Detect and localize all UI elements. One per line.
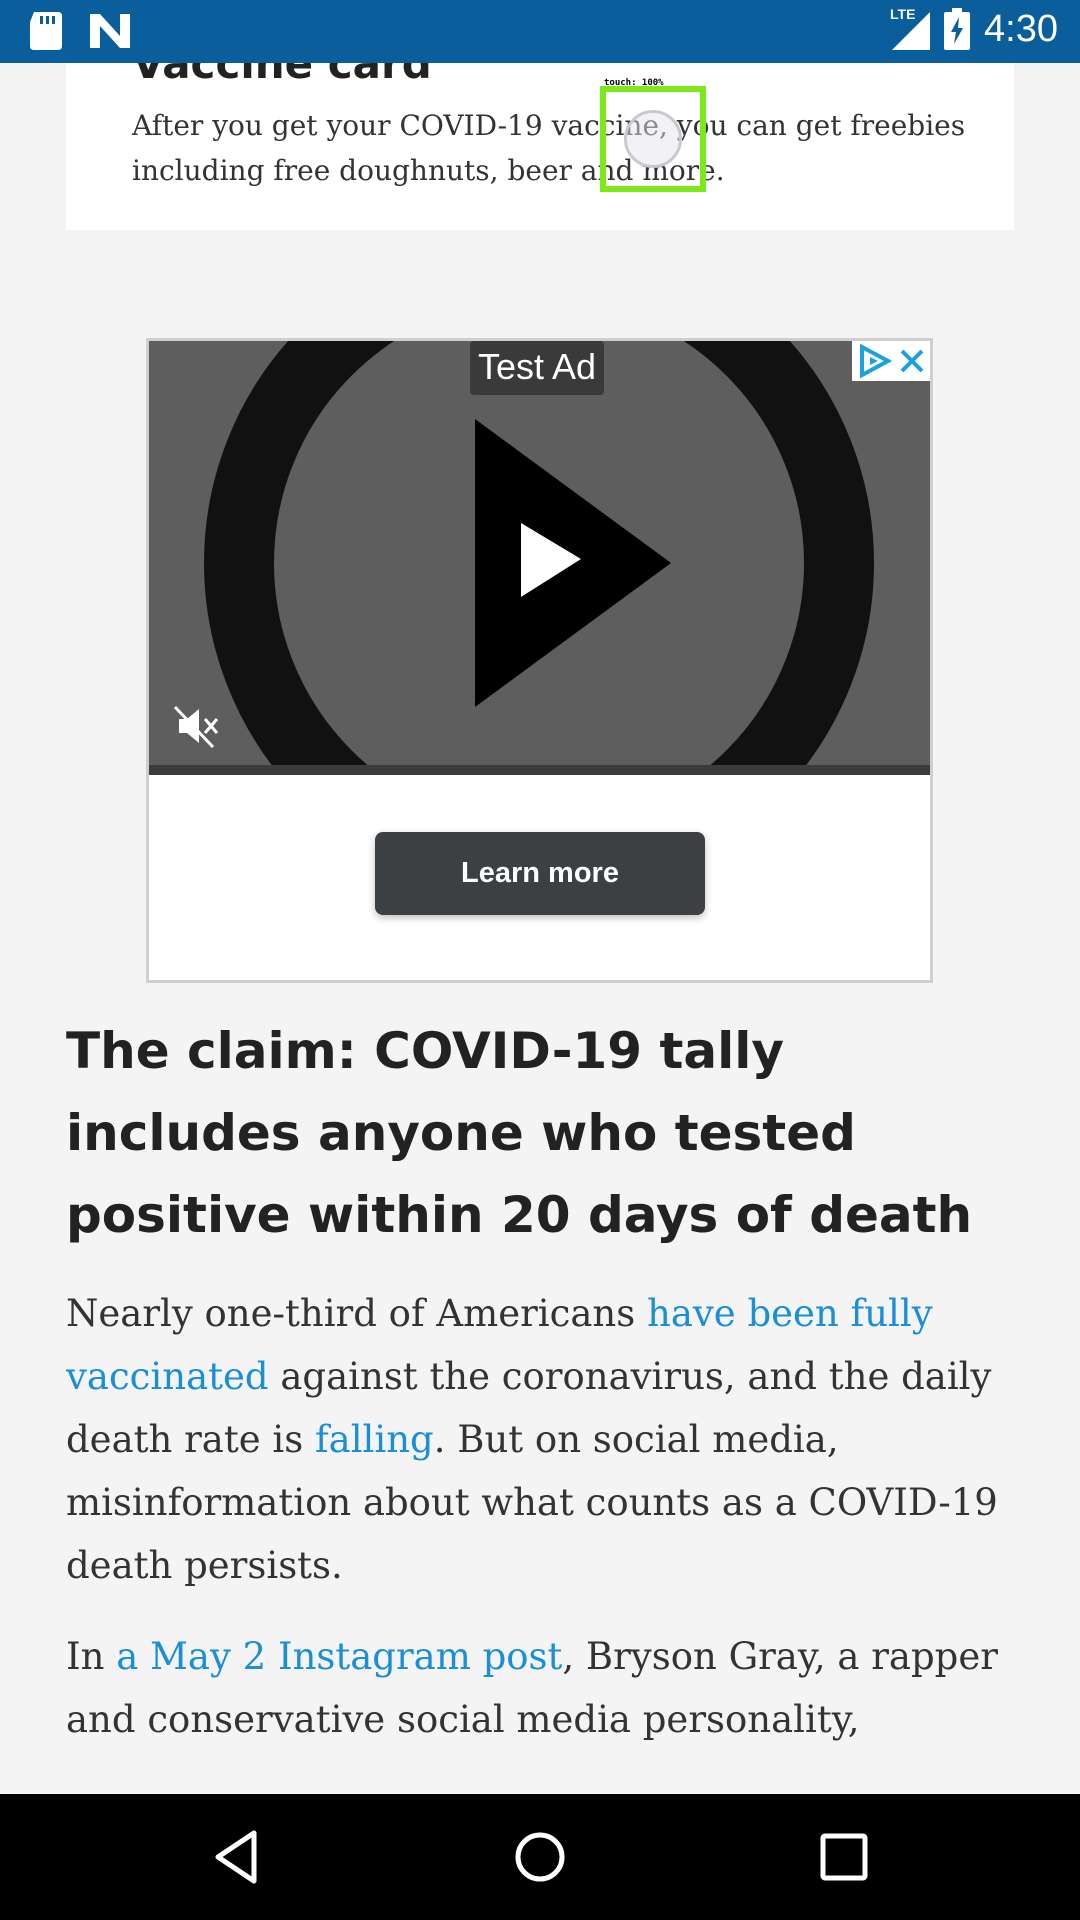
n-notification-icon xyxy=(90,14,130,48)
home-icon[interactable] xyxy=(510,1827,570,1887)
status-bar: LTE 4:30 xyxy=(0,0,1080,63)
touch-point xyxy=(624,110,682,168)
ad-choices[interactable] xyxy=(852,341,930,381)
play-icon[interactable] xyxy=(149,341,930,775)
back-icon[interactable] xyxy=(206,1827,266,1887)
video-ad[interactable]: Test Ad Learn more xyxy=(146,338,933,983)
close-icon[interactable] xyxy=(894,341,930,381)
falling-link[interactable]: falling xyxy=(315,1418,434,1461)
card-title: Vaccine card xyxy=(132,63,432,88)
instagram-post-link[interactable]: a May 2 Instagram post xyxy=(116,1635,562,1678)
mute-icon[interactable] xyxy=(171,701,221,751)
ad-video-player[interactable]: Test Ad xyxy=(149,341,930,775)
article-paragraph-2: In a May 2 Instagram post, Bryson Gray, … xyxy=(66,1635,998,1741)
card-text: After you get your COVID-19 vaccine, you… xyxy=(132,109,966,187)
battery-charging-icon xyxy=(944,8,971,50)
sd-card-icon xyxy=(30,12,62,50)
recents-icon[interactable] xyxy=(814,1827,874,1887)
vaccine-card-section: Vaccine card After you get your COVID-19… xyxy=(66,63,1014,230)
touch-indicator-label: touch: 100% xyxy=(604,78,664,88)
test-ad-label: Test Ad xyxy=(470,341,605,395)
status-time: 4:30 xyxy=(984,7,1058,50)
article-headline: The claim: COVID-19 tally includes anyon… xyxy=(66,1022,973,1244)
learn-more-button[interactable]: Learn more xyxy=(375,832,705,915)
navigation-bar xyxy=(0,1794,1080,1920)
article-content[interactable]: Vaccine card After you get your COVID-19… xyxy=(0,63,1080,1794)
adchoices-icon[interactable] xyxy=(854,341,894,381)
ad-progress-bar xyxy=(149,765,930,775)
article-paragraph-1: Nearly one-third of Americans have been … xyxy=(66,1292,998,1587)
lte-signal-icon: LTE xyxy=(890,6,931,52)
